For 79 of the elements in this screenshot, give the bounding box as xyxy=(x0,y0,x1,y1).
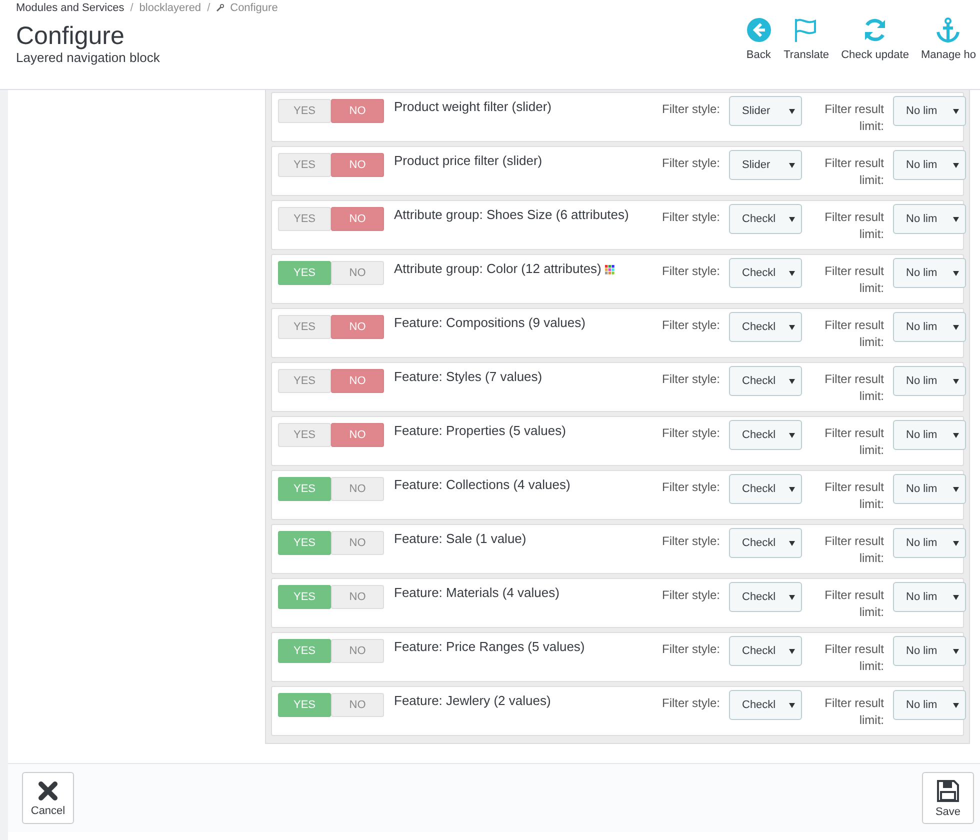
refresh-icon xyxy=(862,17,888,43)
filter-name: Attribute group: Color (12 attributes) xyxy=(394,260,630,278)
filter-name: Feature: Price Ranges (5 values) xyxy=(394,638,586,656)
filter-name: Feature: Styles (7 values) xyxy=(394,368,544,386)
filter-limit-select[interactable]: No lim xyxy=(893,366,966,396)
breadcrumb-link[interactable]: Configure xyxy=(230,2,278,14)
filter-style-label: Filter style: xyxy=(660,101,720,118)
filter-style-label: Filter style: xyxy=(660,587,720,604)
filter-style-label: Filter style: xyxy=(660,695,720,712)
filter-limit-select[interactable]: No lim xyxy=(893,582,966,612)
filter-name: Feature: Compositions (9 values) xyxy=(394,314,586,332)
filter-style-select[interactable]: Checkl xyxy=(729,582,802,612)
anchor-icon xyxy=(935,17,962,43)
filter-style-select[interactable]: Checkl xyxy=(729,528,802,558)
filter-limit-label: Filter result limit: xyxy=(824,371,884,405)
filter-limit-select[interactable]: No lim xyxy=(893,258,966,288)
filter-style-label: Filter style: xyxy=(660,371,720,388)
filter-limit-label: Filter result limit: xyxy=(824,209,884,243)
filter-limit-select[interactable]: No lim xyxy=(893,690,966,720)
breadcrumb-link[interactable]: Modules and Services xyxy=(16,2,124,14)
breadcrumb-link[interactable]: blocklayered xyxy=(139,2,202,14)
filter-name: Feature: Sale (1 value) xyxy=(394,530,528,548)
filter-style-label: Filter style: xyxy=(660,317,720,334)
filter-style-select[interactable]: Slider xyxy=(729,96,802,126)
filter-limit-select[interactable]: No lim xyxy=(893,474,966,504)
toolbar-button[interactable]: Manage ho xyxy=(920,17,976,89)
filter-name: Attribute group: Shoes Size (6 attributes) xyxy=(394,206,630,224)
page-title: Configure xyxy=(16,22,126,50)
save-icon xyxy=(936,778,960,802)
color-palette-icon xyxy=(605,264,616,275)
filter-limit-label: Filter result limit: xyxy=(824,101,884,135)
filter-style-select[interactable]: Checkl xyxy=(729,204,802,234)
filter-limit-select[interactable]: No lim xyxy=(893,312,966,342)
filter-limit-label: Filter result limit: xyxy=(824,479,884,513)
filter-style-select[interactable]: Checkl xyxy=(729,258,802,288)
filter-style-label: Filter style: xyxy=(660,425,720,442)
filter-style-label: Filter style: xyxy=(660,533,720,550)
filter-name: Feature: Collections (4 values) xyxy=(394,476,572,494)
filter-limit-select[interactable]: No lim xyxy=(893,204,966,234)
filter-style-label: Filter style: xyxy=(660,263,720,280)
filter-style-select[interactable]: Checkl xyxy=(729,474,802,504)
save-button[interactable]: Save xyxy=(922,772,974,824)
filter-style-select[interactable]: Checkl xyxy=(729,420,802,450)
filter-limit-label: Filter result limit: xyxy=(824,263,884,297)
filter-style-select[interactable]: Checkl xyxy=(729,690,802,720)
page-subtitle: Layered navigation block xyxy=(16,50,161,65)
filter-name: Product price filter (slider) xyxy=(394,152,544,170)
cancel-button[interactable]: Cancel xyxy=(22,772,74,824)
filter-style-label: Filter style: xyxy=(660,479,720,496)
wrench-icon xyxy=(216,4,224,12)
filter-limit-select[interactable]: No lim xyxy=(893,150,966,180)
filter-style-select[interactable]: Checkl xyxy=(729,366,802,396)
filter-limit-label: Filter result limit: xyxy=(824,695,884,729)
filter-style-select[interactable]: Slider xyxy=(729,150,802,180)
filter-limit-select[interactable]: No lim xyxy=(893,528,966,558)
filter-limit-label: Filter result limit: xyxy=(824,155,884,189)
filter-limit-label: Filter result limit: xyxy=(824,317,884,351)
filter-limit-label: Filter result limit: xyxy=(824,425,884,459)
filter-name: Feature: Jewlery (2 values) xyxy=(394,692,552,710)
toolbar-button[interactable]: Translate xyxy=(784,17,830,89)
close-icon xyxy=(37,780,59,802)
toolbar-button[interactable]: Back xyxy=(746,17,772,89)
breadcrumb-separator: / xyxy=(207,2,210,14)
filter-style-label: Filter style: xyxy=(660,209,720,226)
filter-limit-label: Filter result limit: xyxy=(824,641,884,675)
filter-style-select[interactable]: Checkl xyxy=(729,636,802,666)
toolbar-button[interactable]: Check update xyxy=(841,17,909,89)
filter-limit-select[interactable]: No lim xyxy=(893,96,966,126)
filter-name: Feature: Properties (5 values) xyxy=(394,422,567,440)
filter-limit-select[interactable]: No lim xyxy=(893,636,966,666)
filter-name: Feature: Materials (4 values) xyxy=(394,584,560,602)
filter-limit-label: Filter result limit: xyxy=(824,587,884,621)
breadcrumb-separator: / xyxy=(130,2,134,14)
filter-style-label: Filter style: xyxy=(660,155,720,172)
filter-limit-label: Filter result limit: xyxy=(824,533,884,567)
filter-limit-select[interactable]: No lim xyxy=(893,420,966,450)
filter-style-select[interactable]: Checkl xyxy=(729,312,802,342)
filter-name: Product weight filter (slider) xyxy=(394,98,552,116)
filter-style-label: Filter style: xyxy=(660,641,720,658)
